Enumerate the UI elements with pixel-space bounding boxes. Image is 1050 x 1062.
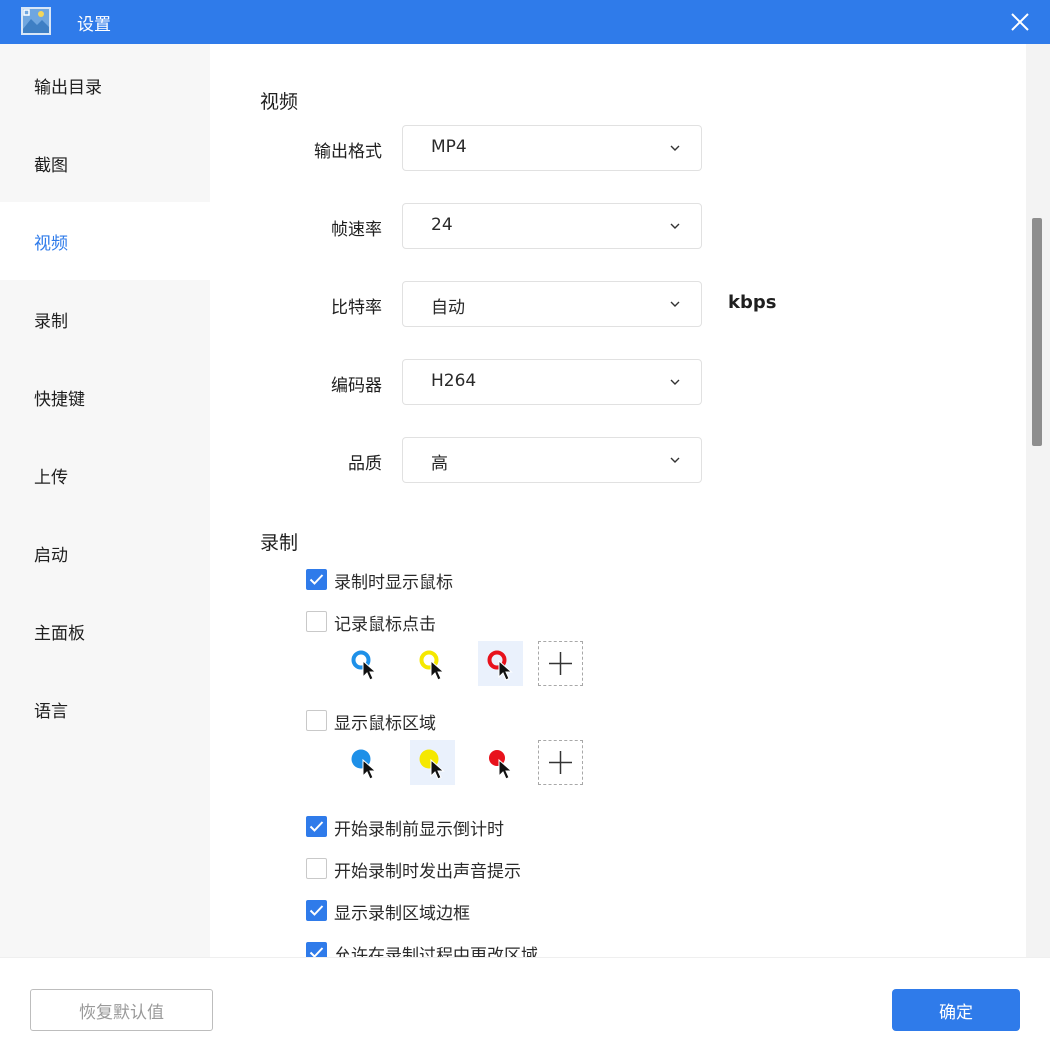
encoder-label: 编码器	[331, 376, 382, 396]
quality-value: 高	[431, 454, 448, 474]
sidebar-item-upload[interactable]: 上传	[0, 436, 210, 514]
countdown-label: 开始录制前显示倒计时	[334, 820, 504, 840]
scrollbar-thumb[interactable]	[1032, 218, 1042, 446]
sound-prompt-label: 开始录制时发出声音提示	[334, 862, 521, 882]
bitrate-label: 比特率	[331, 298, 382, 318]
plus-icon	[549, 652, 572, 675]
title-bar: 设置	[0, 0, 1050, 44]
record-mouse-clicks-label: 记录鼠标点击	[334, 615, 436, 635]
checkbox-checked[interactable]	[306, 900, 327, 921]
confirm-button[interactable]: 确定	[892, 989, 1020, 1031]
chevron-down-icon	[670, 223, 680, 229]
sidebar-item-recording[interactable]: 录制	[0, 280, 210, 358]
blue-ring-cursor-icon[interactable]	[342, 641, 387, 686]
frame-rate-value: 24	[431, 215, 453, 235]
bitrate-unit: kbps	[728, 292, 777, 313]
chevron-down-icon	[670, 379, 680, 385]
blue-dot-cursor-icon[interactable]	[342, 740, 387, 785]
encoder-select[interactable]: H264	[402, 359, 702, 405]
video-section-title: 视频	[260, 91, 299, 113]
frame-rate-select[interactable]: 24	[402, 203, 702, 249]
add-area-style-button[interactable]	[538, 740, 583, 785]
change-area-label: 允许在录制过程中更改区域	[334, 946, 538, 957]
checkbox-checked[interactable]	[306, 942, 327, 957]
add-click-style-button[interactable]	[538, 641, 583, 686]
quality-select[interactable]: 高	[402, 437, 702, 483]
yellow-dot-cursor-icon[interactable]	[410, 740, 455, 785]
checkbox-checked[interactable]	[306, 569, 327, 590]
restore-defaults-button[interactable]: 恢复默认值	[30, 989, 213, 1031]
sidebar-item-language[interactable]: 语言	[0, 670, 210, 748]
yellow-ring-cursor-icon[interactable]	[410, 641, 455, 686]
footer: 恢复默认值 确定	[0, 957, 1050, 1062]
bitrate-select[interactable]: 自动	[402, 281, 702, 327]
frame-rate-label: 帧速率	[331, 220, 382, 240]
close-icon[interactable]	[1004, 6, 1036, 38]
chevron-down-icon	[670, 457, 680, 463]
screenshot-app-icon	[21, 7, 51, 35]
show-mouse-label: 录制时显示鼠标	[334, 573, 453, 593]
checkbox-unchecked[interactable]	[306, 858, 327, 879]
settings-content: 视频 输出格式 MP4 帧速率 24 比特率 自动 kbps 编码器 H264 …	[210, 44, 1026, 957]
plus-icon	[549, 751, 572, 774]
scrollbar-track[interactable]	[1026, 44, 1050, 957]
sidebar-item-startup[interactable]: 启动	[0, 514, 210, 592]
area-border-label: 显示录制区域边框	[334, 904, 470, 924]
sidebar-item-video[interactable]: 视频	[0, 202, 210, 280]
checkbox-unchecked[interactable]	[306, 611, 327, 632]
chevron-down-icon	[670, 301, 680, 307]
sidebar-item-main-panel[interactable]: 主面板	[0, 592, 210, 670]
bitrate-value: 自动	[431, 298, 465, 318]
recording-section-title: 录制	[260, 532, 299, 554]
sidebar-item-output-directory[interactable]: 输出目录	[0, 46, 210, 124]
checkbox-unchecked[interactable]	[306, 710, 327, 731]
checkbox-checked[interactable]	[306, 816, 327, 837]
red-ring-cursor-icon[interactable]	[478, 641, 523, 686]
sidebar: 输出目录 截图 视频 录制 快捷键 上传 启动 主面板 语言	[0, 44, 210, 957]
window-title: 设置	[77, 15, 111, 35]
red-dot-cursor-icon[interactable]	[478, 740, 523, 785]
chevron-down-icon	[670, 145, 680, 151]
quality-label: 品质	[348, 454, 382, 474]
show-mouse-area-label: 显示鼠标区域	[334, 714, 436, 734]
output-format-value: MP4	[431, 137, 467, 157]
encoder-value: H264	[431, 371, 477, 391]
output-format-select[interactable]: MP4	[402, 125, 702, 171]
output-format-label: 输出格式	[314, 142, 382, 162]
sidebar-item-screenshot[interactable]: 截图	[0, 124, 210, 202]
sidebar-item-hotkeys[interactable]: 快捷键	[0, 358, 210, 436]
